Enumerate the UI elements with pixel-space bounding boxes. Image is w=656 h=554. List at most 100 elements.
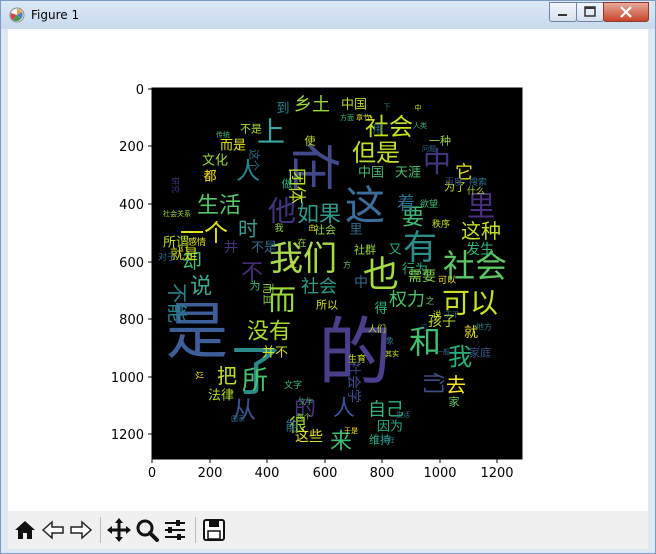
y-tick-label: 200	[119, 140, 144, 155]
x-tick-label: 1000	[423, 466, 456, 481]
wordcloud-word: 去	[446, 373, 466, 397]
back-button[interactable]	[40, 517, 66, 543]
x-tick-label: 400	[255, 466, 280, 481]
move-icon	[107, 518, 131, 542]
wordcloud-word: 地方	[476, 322, 492, 332]
wordcloud-word: 权力	[389, 290, 425, 311]
configure-subplots-button[interactable]	[162, 517, 188, 543]
wordcloud-word: 这种	[461, 219, 501, 243]
wordcloud-word: 为	[250, 280, 261, 293]
wordcloud-word: 欲望	[420, 198, 438, 210]
wordcloud-word: 每个	[297, 412, 311, 421]
y-tick-label: 600	[119, 256, 144, 271]
home-icon	[15, 521, 35, 539]
zoom-button[interactable]	[134, 517, 160, 543]
x-tick-label: 200	[198, 466, 223, 481]
x-tick-label: 0	[148, 466, 156, 481]
wordcloud-word: 家	[449, 395, 460, 409]
wordcloud-word: 把	[217, 364, 237, 388]
save-button[interactable]	[201, 517, 227, 543]
wordcloud-word: 中国	[358, 166, 384, 181]
pan-button[interactable]	[106, 517, 132, 543]
wordcloud-word: 于是	[344, 427, 358, 435]
close-button[interactable]	[603, 2, 649, 22]
wordcloud-word: 人们	[368, 323, 386, 335]
figure-window: Figure 1 的是了在这我们也社会有可以和而上社会中但是里他如果 生活 一个时人…	[0, 0, 656, 554]
wordcloud-word: 们	[420, 372, 445, 394]
wordcloud-word: 做	[282, 177, 293, 191]
wordcloud-word: 生活	[396, 410, 410, 419]
sliders-icon	[165, 520, 185, 540]
wordcloud-word: 社会	[314, 223, 336, 237]
wordcloud-word: 可以	[438, 275, 456, 286]
maximize-button[interactable]	[576, 2, 604, 22]
wordcloud-word: 但是	[352, 139, 400, 167]
x-tick-label: 800	[370, 466, 395, 481]
figure-canvas[interactable]: 的是了在这我们也社会有可以和而上社会中但是里他如果 生活 一个时人没有所从我要这种说…	[8, 29, 648, 511]
wordcloud-word: 不是	[251, 241, 277, 256]
wordcloud-word: 得	[374, 301, 387, 317]
wordcloud-word: 所谓	[163, 236, 189, 251]
x-tick-label: 600	[313, 466, 338, 481]
y-tick-label: 800	[119, 313, 144, 328]
plot-svg: 的是了在这我们也社会有可以和而上 社会中但是里他 如果生活一个 时人没有所从我要这种说…	[111, 83, 523, 481]
wordcloud-word: 由	[309, 223, 316, 232]
wordcloud-word: 中	[415, 103, 422, 112]
forward-button[interactable]	[68, 517, 94, 543]
wordcloud-word: 在	[297, 237, 306, 249]
wordcloud-word: 之	[289, 260, 297, 270]
wordcloud-word: 这些	[295, 428, 323, 445]
wordcloud-word: 对于	[158, 251, 176, 263]
wordcloud-word: 章节	[356, 113, 370, 122]
wordcloud-word: 中国	[341, 98, 367, 113]
wordcloud-word: 下	[384, 103, 391, 111]
y-tick-label: 1000	[111, 371, 144, 386]
toolbar-separator	[195, 517, 196, 543]
wordcloud-word: 传统	[216, 130, 230, 139]
y-tick-label: 0	[136, 83, 144, 98]
title-bar[interactable]: Figure 1	[1, 1, 655, 29]
wordcloud-word: 不能	[165, 283, 189, 323]
matplotlib-icon	[9, 7, 25, 23]
wordcloud-word: 又	[388, 243, 401, 258]
wordcloud-word: 一般	[436, 347, 450, 356]
wordcloud-word: 里	[349, 223, 362, 238]
wordcloud-word: 因为	[377, 420, 403, 435]
wordcloud-word: 生育	[348, 353, 366, 365]
wordcloud-word: 现在	[381, 435, 395, 444]
wordcloud-word: 国家	[231, 414, 245, 423]
minimize-button[interactable]	[549, 2, 577, 22]
wordcloud-word: 其实	[385, 349, 399, 358]
wordcloud-word: 法律	[208, 389, 234, 404]
wordcloud-word: 所	[242, 366, 268, 396]
wordcloud-word: 而且	[262, 283, 275, 305]
wordcloud-word: 文字	[299, 397, 313, 406]
wordcloud-word: 并不	[262, 346, 288, 361]
floppy-disk-icon	[203, 519, 225, 541]
wordcloud-word: 社会学	[345, 361, 361, 403]
wordcloud-word: 方面	[340, 113, 354, 122]
wordcloud-word: 能	[285, 420, 298, 435]
wordcloud-word: 我	[274, 223, 283, 234]
home-button[interactable]	[12, 517, 38, 543]
wordcloud-word: 都	[203, 170, 216, 185]
wordcloud-word: 中	[354, 275, 368, 291]
wordcloud-word: 着	[397, 194, 415, 215]
wordcloud-word: 没有	[247, 320, 291, 345]
wordcloud-word: 人类	[413, 121, 427, 130]
wordcloud-word: 这个	[248, 149, 262, 171]
navigation-toolbar	[8, 511, 648, 549]
wordcloud-word: 社会关系	[163, 209, 191, 218]
y-tick-label: 400	[119, 198, 144, 213]
wordcloud-word: 文字	[284, 379, 302, 391]
wordcloud-word: 感情	[188, 236, 206, 248]
wordcloud-word: 问题	[422, 145, 436, 153]
wordcloud-word: 需要	[408, 269, 436, 285]
close-icon	[620, 6, 632, 18]
wordcloud-word: 乡土	[294, 95, 330, 116]
wordcloud-word: 生活	[197, 194, 241, 219]
maximize-icon	[584, 6, 596, 17]
wordcloud-word: 用	[373, 123, 384, 136]
wordcloud-word: 天涯	[395, 166, 421, 181]
wordcloud-word: 之	[425, 295, 434, 307]
